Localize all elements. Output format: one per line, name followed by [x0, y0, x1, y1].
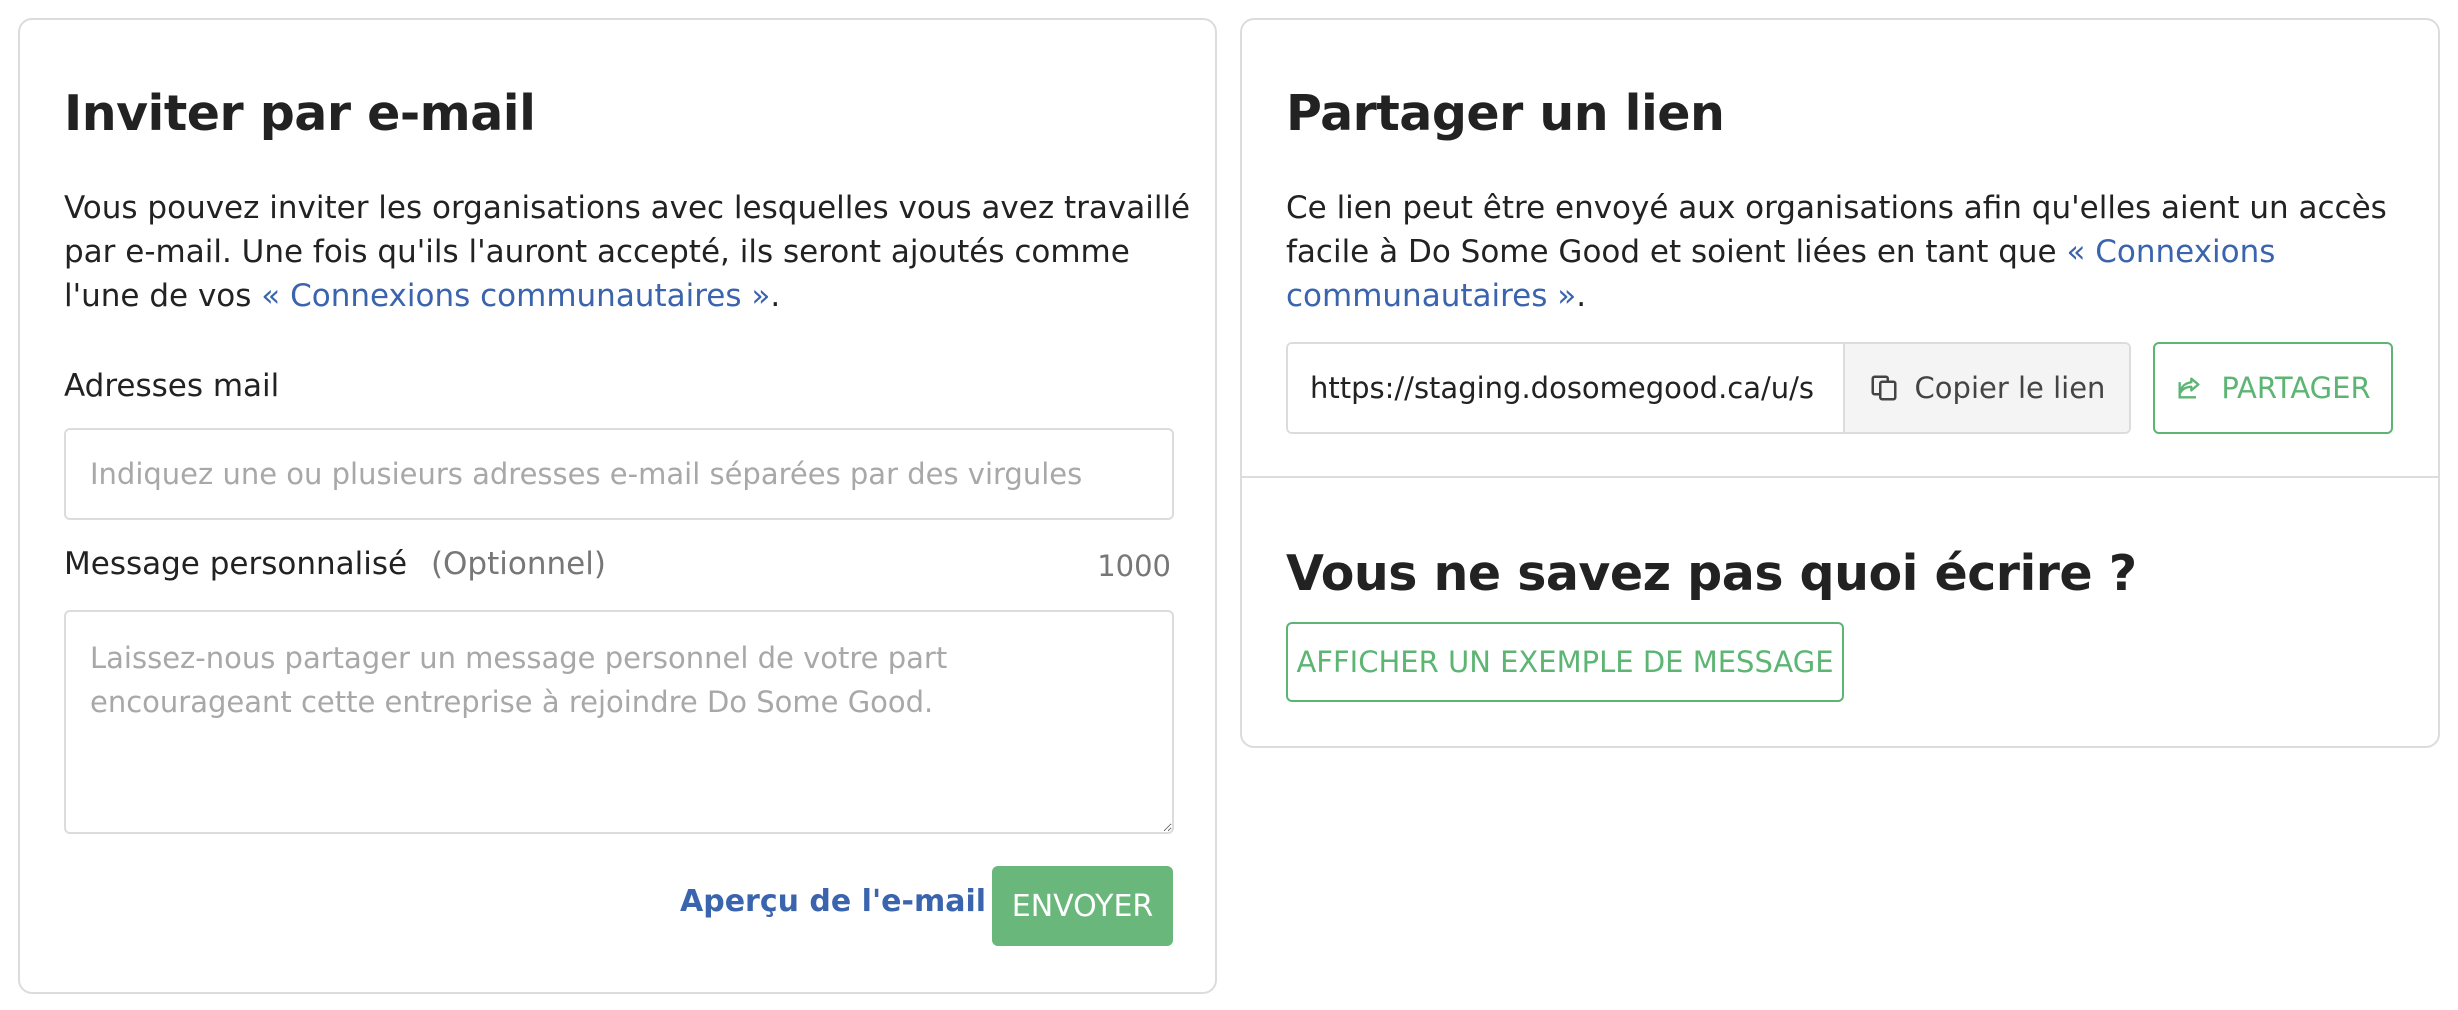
emails-input[interactable] — [64, 428, 1174, 520]
message-textarea[interactable] — [64, 610, 1174, 834]
share-link-description: Ce lien peut être envoyé aux organisatio… — [1286, 190, 2387, 314]
copy-link-label: Copier le lien — [1914, 371, 2106, 405]
message-optional-label: (Optionnel) — [430, 546, 606, 582]
share-icon — [2175, 374, 2203, 402]
invite-email-description: Vous pouvez inviter les organisations av… — [64, 190, 1191, 314]
copy-icon — [1869, 373, 1899, 403]
invite-email-title: Inviter par e-mail — [64, 85, 536, 142]
send-button[interactable]: ENVOYER — [992, 866, 1173, 946]
share-label: PARTAGER — [2221, 371, 2371, 405]
share-link-title: Partager un lien — [1286, 85, 1725, 142]
emails-label: Adresses mail — [64, 368, 280, 404]
share-button[interactable]: PARTAGER — [2153, 342, 2393, 434]
invite-email-card: Inviter par e-mail Vous pouvez inviter l… — [18, 18, 1217, 994]
message-label: Message personnalisé — [64, 546, 408, 582]
message-label-row: Message personnalisé (Optionnel) — [64, 544, 606, 584]
community-connections-link[interactable]: « Connexions communautaires » — [261, 278, 770, 314]
section-divider — [1242, 476, 2438, 478]
share-link-group: Copier le lien — [1286, 342, 2131, 434]
show-example-message-button[interactable]: AFFICHER UN EXEMPLE DE MESSAGE — [1286, 622, 1844, 702]
preview-email-link[interactable]: Aperçu de l'e-mail — [680, 884, 986, 919]
share-link-card: Partager un lien Ce lien peut être envoy… — [1240, 18, 2440, 748]
example-message-title: Vous ne savez pas quoi écrire ? — [1286, 545, 2137, 602]
share-link-input[interactable] — [1288, 344, 1843, 432]
message-char-count: 1000 — [1097, 549, 1171, 583]
copy-link-button[interactable]: Copier le lien — [1843, 344, 2129, 432]
